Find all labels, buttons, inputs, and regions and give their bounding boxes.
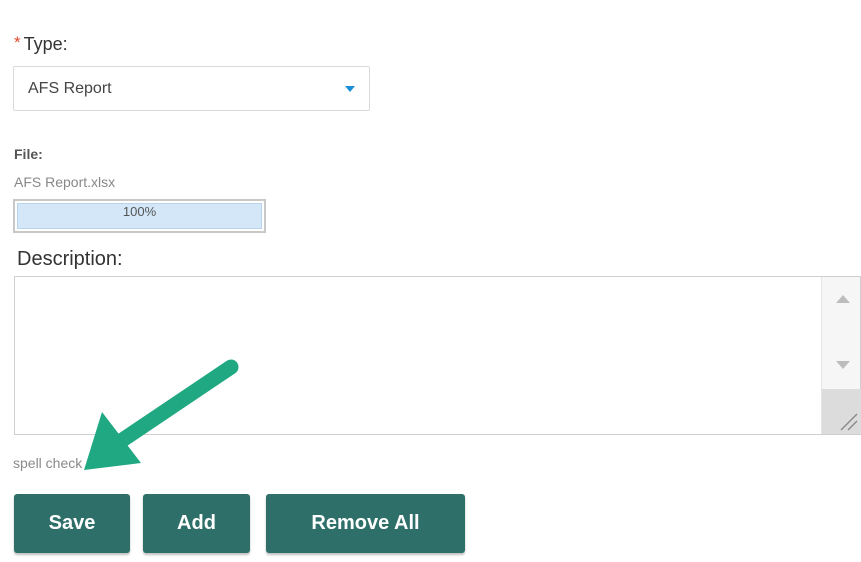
required-marker: *	[14, 33, 21, 52]
type-label: * Type:	[14, 33, 68, 55]
type-label-text: Type:	[23, 34, 68, 54]
resize-handle[interactable]	[822, 389, 861, 434]
resize-grip-icon	[840, 413, 858, 431]
upload-progress-bar: 100%	[13, 199, 266, 233]
scroll-down-icon[interactable]	[836, 361, 850, 369]
remove-all-button[interactable]: Remove All	[266, 494, 465, 553]
type-dropdown[interactable]: AFS Report	[13, 66, 370, 111]
progress-percent: 100%	[122, 204, 157, 219]
file-label: File:	[14, 146, 43, 162]
spellcheck-link[interactable]: spell check	[13, 455, 82, 471]
description-label: Description:	[17, 248, 123, 270]
description-box	[14, 276, 861, 435]
chevron-down-icon	[345, 86, 355, 92]
scroll-up-icon[interactable]	[836, 295, 850, 303]
type-selected-value: AFS Report	[28, 79, 112, 97]
description-textarea[interactable]	[15, 277, 823, 434]
file-name: AFS Report.xlsx	[14, 174, 116, 190]
save-button[interactable]: Save	[14, 494, 130, 553]
add-button[interactable]: Add	[143, 494, 250, 553]
upload-form: * Type: AFS Report File: AFS Report.xlsx…	[0, 0, 861, 562]
description-scrollbar[interactable]	[821, 277, 861, 434]
